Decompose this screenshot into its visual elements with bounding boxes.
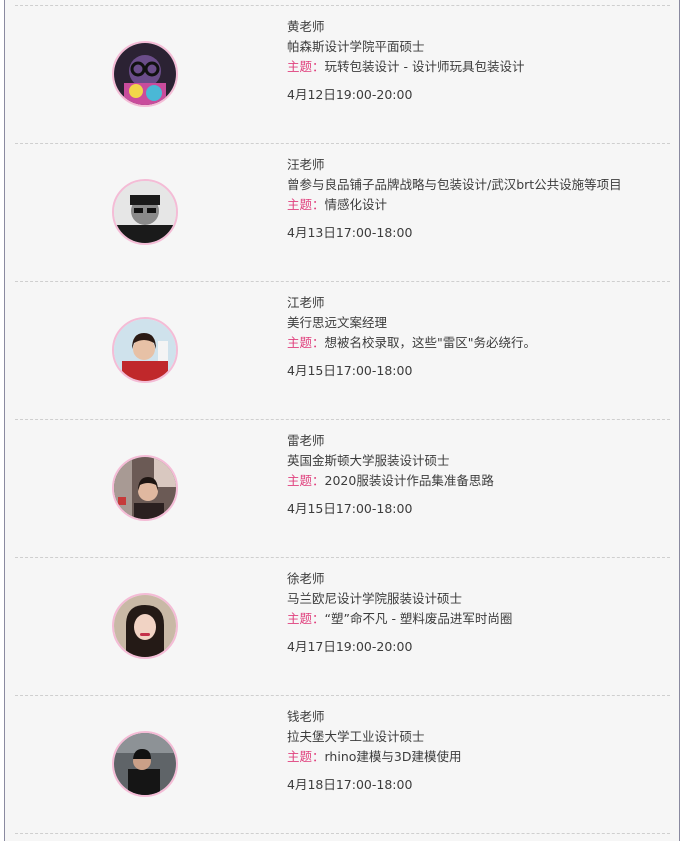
teacher-info: 江老师 美行思远文案经理 主题：想被名校录取，这些"雷区"务必绕行。 4月15日…: [287, 293, 536, 381]
divider: [15, 281, 670, 282]
teacher-topic: 主题：情感化设计: [287, 195, 622, 215]
teacher-info: 钱老师 拉夫堡大学工业设计硕士 主题：rhino建模与3D建模使用 4月18日1…: [287, 707, 461, 795]
session-time: 4月18日17:00-18:00: [287, 777, 413, 792]
content-frame: 黄老师 帕森斯设计学院平面硕士 主题：玩转包装设计 - 设计师玩具包装设计 4月…: [4, 0, 680, 841]
topic-text: 情感化设计: [324, 197, 388, 212]
teacher-title: 马兰欧尼设计学院服装设计硕士: [287, 591, 463, 606]
teacher-card[interactable]: 钱老师 拉夫堡大学工业设计硕士 主题：rhino建模与3D建模使用 4月18日1…: [15, 695, 670, 832]
teacher-name: 黄老师: [287, 19, 325, 34]
divider: [15, 833, 670, 834]
topic-label: 主题：: [287, 473, 325, 488]
divider: [15, 419, 670, 420]
topic-label: 主题：: [287, 749, 325, 764]
topic-label: 主题：: [287, 611, 325, 626]
divider: [15, 557, 670, 558]
topic-text: 玩转包装设计 - 设计师玩具包装设计: [324, 59, 525, 74]
teacher-topic: 主题：rhino建模与3D建模使用: [287, 747, 461, 767]
teacher-title: 美行思远文案经理: [287, 315, 388, 330]
teacher-topic: 主题：想被名校录取，这些"雷区"务必绕行。: [287, 333, 536, 353]
topic-label: 主题：: [287, 197, 325, 212]
topic-text: 2020服装设计作品集准备思路: [324, 473, 494, 488]
avatar: [112, 593, 178, 659]
divider: [15, 695, 670, 696]
topic-label: 主题：: [287, 59, 325, 74]
teacher-card[interactable]: 雷老师 英国金斯顿大学服装设计硕士 主题：2020服装设计作品集准备思路 4月1…: [15, 419, 670, 556]
teacher-topic: 主题：2020服装设计作品集准备思路: [287, 471, 494, 491]
teacher-title: 帕森斯设计学院平面硕士: [287, 39, 425, 54]
teacher-card[interactable]: 徐老师 马兰欧尼设计学院服装设计硕士 主题：“塑”命不凡 - 塑料废品进军时尚圈…: [15, 557, 670, 694]
avatar: [112, 455, 178, 521]
list-end: [15, 833, 670, 841]
session-time: 4月15日17:00-18:00: [287, 501, 413, 516]
session-time: 4月17日19:00-20:00: [287, 639, 413, 654]
teacher-title: 英国金斯顿大学服装设计硕士: [287, 453, 450, 468]
teacher-card[interactable]: 汪老师 曾参与良品铺子品牌战略与包装设计/武汉brt公共设施等项目 主题：情感化…: [15, 143, 670, 280]
teacher-name: 钱老师: [287, 709, 325, 724]
avatar: [112, 731, 178, 797]
teacher-topic: 主题：“塑”命不凡 - 塑料废品进军时尚圈: [287, 609, 512, 629]
teacher-card[interactable]: 江老师 美行思远文案经理 主题：想被名校录取，这些"雷区"务必绕行。 4月15日…: [15, 281, 670, 418]
session-time: 4月15日17:00-18:00: [287, 363, 413, 378]
avatar: [112, 179, 178, 245]
teacher-info: 汪老师 曾参与良品铺子品牌战略与包装设计/武汉brt公共设施等项目 主题：情感化…: [287, 155, 622, 243]
teacher-info: 黄老师 帕森斯设计学院平面硕士 主题：玩转包装设计 - 设计师玩具包装设计 4月…: [287, 17, 524, 105]
teacher-title: 曾参与良品铺子品牌战略与包装设计/武汉brt公共设施等项目: [287, 177, 622, 192]
topic-label: 主题：: [287, 335, 325, 350]
teacher-topic: 主题：玩转包装设计 - 设计师玩具包装设计: [287, 57, 524, 77]
teacher-name: 汪老师: [287, 157, 325, 172]
session-time: 4月12日19:00-20:00: [287, 87, 413, 102]
session-time: 4月13日17:00-18:00: [287, 225, 413, 240]
teacher-info: 徐老师 马兰欧尼设计学院服装设计硕士 主题：“塑”命不凡 - 塑料废品进军时尚圈…: [287, 569, 512, 657]
divider: [15, 5, 670, 6]
topic-text: rhino建模与3D建模使用: [324, 749, 462, 764]
teacher-title: 拉夫堡大学工业设计硕士: [287, 729, 425, 744]
teacher-name: 江老师: [287, 295, 325, 310]
avatar: [112, 41, 178, 107]
teacher-name: 雷老师: [287, 433, 325, 448]
teacher-card[interactable]: 黄老师 帕森斯设计学院平面硕士 主题：玩转包装设计 - 设计师玩具包装设计 4月…: [15, 5, 670, 142]
teacher-info: 雷老师 英国金斯顿大学服装设计硕士 主题：2020服装设计作品集准备思路 4月1…: [287, 431, 494, 519]
divider: [15, 143, 670, 144]
topic-text: 想被名校录取，这些"雷区"务必绕行。: [324, 335, 537, 350]
teacher-name: 徐老师: [287, 571, 325, 586]
avatar: [112, 317, 178, 383]
topic-text: “塑”命不凡 - 塑料废品进军时尚圈: [324, 611, 513, 626]
